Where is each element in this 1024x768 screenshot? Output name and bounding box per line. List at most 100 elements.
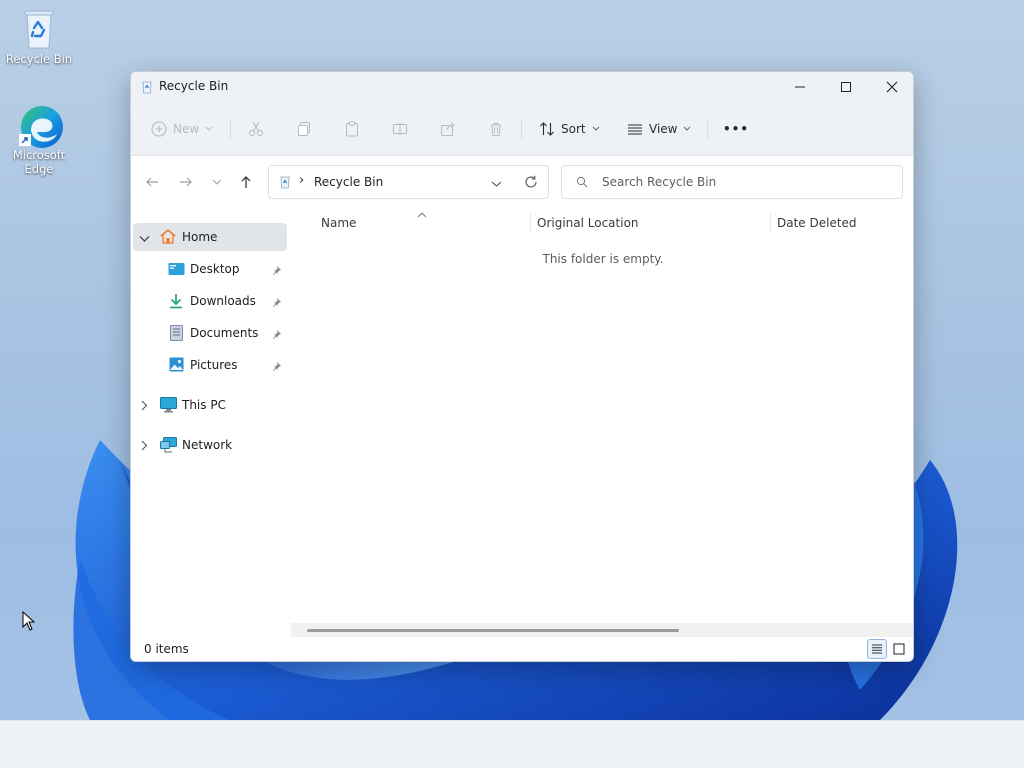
share-button[interactable] <box>440 116 456 142</box>
more-options-button[interactable]: ••• <box>723 116 749 142</box>
breadcrumb-separator[interactable]: › <box>299 173 304 188</box>
rename-icon <box>393 123 407 135</box>
desktop-microsoft-edge[interactable]: Microsoft Edge <box>4 104 74 176</box>
maximize-button[interactable] <box>823 72 869 102</box>
pin-icon[interactable] <box>273 264 283 278</box>
sidebar-network-label: Network <box>182 438 233 452</box>
close-icon <box>886 81 898 93</box>
sort-indicator-icon <box>417 207 427 221</box>
address-history-button[interactable] <box>491 177 502 191</box>
navigation-pane: Home Desktop Downloads Documents Picture… <box>131 218 291 628</box>
maximize-icon <box>841 82 851 92</box>
file-list[interactable]: Name Original Location Date Deleted This… <box>291 205 913 637</box>
details-view-button[interactable] <box>867 639 887 659</box>
large-icons-view-icon <box>893 643 905 655</box>
sort-arrows-icon <box>540 122 554 136</box>
column-header-date-deleted[interactable]: Date Deleted <box>777 216 857 230</box>
window-title: Recycle Bin <box>159 79 229 93</box>
sidebar-item-this-pc[interactable]: This PC <box>133 391 287 419</box>
sidebar-documents-label: Documents <box>190 326 259 340</box>
details-view-icon <box>872 644 882 654</box>
taskbar <box>0 720 1024 768</box>
sidebar-this-pc-label: This PC <box>182 398 226 412</box>
trash-icon <box>491 123 501 136</box>
new-button[interactable]: New <box>151 116 213 142</box>
sidebar-home-label: Home <box>182 230 218 244</box>
sidebar-downloads-label: Downloads <box>190 294 256 308</box>
desktop-recycle-bin-label: Recycle Bin <box>5 52 73 66</box>
sidebar-desktop-label: Desktop <box>190 262 240 276</box>
picture-icon <box>169 357 184 375</box>
delete-button[interactable] <box>488 116 504 142</box>
minimize-icon <box>795 86 805 88</box>
minimize-button[interactable] <box>777 72 823 102</box>
view-lines-icon <box>628 124 642 135</box>
column-header-name[interactable]: Name <box>321 216 356 230</box>
pin-icon[interactable] <box>273 296 283 310</box>
chevron-down-icon <box>212 179 222 185</box>
scissors-icon <box>249 121 263 136</box>
recent-locations-button[interactable] <box>206 171 228 193</box>
sidebar-item-desktop[interactable]: Desktop <box>133 255 287 283</box>
chevron-down-icon <box>205 126 213 131</box>
sidebar-item-home[interactable]: Home <box>133 223 287 251</box>
desktop-recycle-bin[interactable]: Recycle Bin <box>4 8 74 66</box>
download-arrow-icon <box>169 293 183 312</box>
column-header-original-location[interactable]: Original Location <box>537 216 639 230</box>
recycle-bin-small-icon <box>141 80 153 97</box>
pin-icon[interactable] <box>273 360 283 374</box>
recycle-bin-icon <box>19 8 59 49</box>
cut-button[interactable] <box>248 116 264 142</box>
chevron-right-icon[interactable] <box>140 440 148 454</box>
close-button[interactable] <box>869 72 913 102</box>
recycle-bin-small-icon <box>279 175 291 192</box>
more-dots-icon: ••• <box>723 122 750 136</box>
desktop-edge-label-line2: Edge <box>24 162 54 176</box>
horizontal-scrollbar[interactable] <box>291 623 913 637</box>
sidebar-item-network[interactable]: Network <box>133 431 287 459</box>
edge-icon <box>19 104 63 148</box>
paste-button[interactable] <box>344 116 360 142</box>
chevron-down-icon <box>592 126 599 131</box>
arrow-up-icon <box>241 176 251 188</box>
copy-button[interactable] <box>296 116 312 142</box>
status-bar: 0 items <box>131 637 913 661</box>
column-divider[interactable] <box>770 213 771 233</box>
search-input[interactable]: Search Recycle Bin <box>602 175 716 189</box>
item-count: 0 items <box>144 642 189 656</box>
document-icon <box>170 325 183 344</box>
sidebar-item-documents[interactable]: Documents <box>133 319 287 347</box>
share-icon <box>441 122 455 136</box>
large-icons-view-button[interactable] <box>889 639 909 659</box>
empty-folder-message: This folder is empty. <box>542 252 664 266</box>
address-bar[interactable]: › Recycle Bin <box>268 165 549 199</box>
network-icon <box>160 437 177 456</box>
search-box[interactable]: Search Recycle Bin <box>561 165 903 199</box>
sort-button[interactable]: Sort <box>539 116 600 142</box>
chevron-right-icon[interactable] <box>140 400 148 414</box>
sidebar-item-downloads[interactable]: Downloads <box>133 287 287 315</box>
back-button[interactable] <box>141 171 163 193</box>
title-bar[interactable]: Recycle Bin <box>131 72 913 102</box>
refresh-button[interactable] <box>524 175 538 192</box>
refresh-icon <box>525 175 537 188</box>
copy-icon <box>298 122 310 136</box>
chevron-down-icon <box>491 181 502 187</box>
chevron-down-icon[interactable] <box>139 232 150 246</box>
rename-button[interactable] <box>392 116 408 142</box>
scrollbar-thumb[interactable] <box>307 629 679 632</box>
up-button[interactable] <box>235 171 257 193</box>
chevron-down-icon <box>684 126 691 131</box>
desktop-edge-label-line1: Microsoft <box>12 148 66 162</box>
mouse-cursor-icon <box>22 610 36 634</box>
forward-button[interactable] <box>175 171 197 193</box>
view-button[interactable]: View <box>627 116 691 142</box>
computer-icon <box>160 397 177 416</box>
search-icon <box>576 176 588 191</box>
pin-icon[interactable] <box>273 328 283 342</box>
breadcrumb-recycle-bin[interactable]: Recycle Bin <box>314 175 383 189</box>
desktop-folder-icon <box>168 262 185 279</box>
command-bar: New Sort View ••• <box>131 102 913 156</box>
sidebar-item-pictures[interactable]: Pictures <box>133 351 287 379</box>
column-divider[interactable] <box>530 213 531 233</box>
